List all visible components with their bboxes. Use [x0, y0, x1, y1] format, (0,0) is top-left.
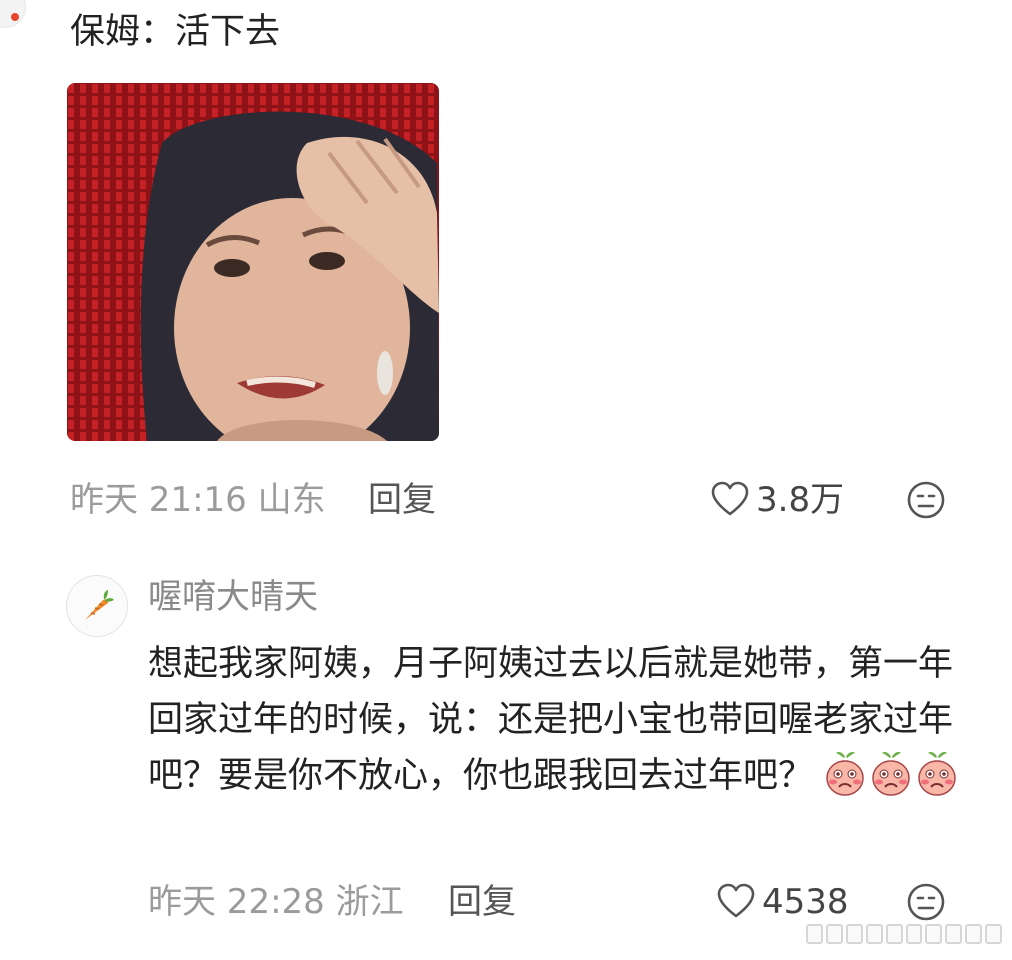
comment-meta-row: 昨天 22:28 浙江 回复 4538	[0, 878, 1012, 926]
timestamp-location: 昨天 21:16 山东	[70, 480, 326, 520]
heart-icon	[711, 481, 749, 516]
reply-button[interactable]: 回复	[368, 476, 436, 524]
carrot-icon	[85, 590, 114, 620]
like-button[interactable]: 4538	[716, 878, 849, 926]
reply-button[interactable]: 回复	[448, 878, 516, 926]
reaction-emoji-icon[interactable]	[906, 882, 946, 922]
comment-text: 想起我家阿姨，月子阿姨过去以后就是她带，第一年回家过年的时候，说：还是把小宝也带…	[148, 636, 978, 804]
comment-meta-row: 昨天 21:16 山东 回复 3.8万	[0, 476, 1012, 524]
timestamp-location: 昨天 22:28 浙江	[148, 882, 404, 922]
comment-text: 保姆：活下去	[70, 12, 281, 52]
like-count: 4538	[762, 882, 849, 922]
reaction-emoji-icon[interactable]	[906, 480, 946, 520]
like-button[interactable]: 3.8万	[710, 476, 844, 524]
badge-dot	[11, 13, 19, 21]
partial-avatar[interactable]	[0, 0, 26, 28]
heart-icon	[717, 883, 755, 918]
like-count: 3.8万	[756, 480, 845, 520]
meme-image[interactable]	[67, 83, 439, 441]
avatar[interactable]	[66, 575, 128, 637]
username[interactable]: 喔唷大晴天	[148, 573, 318, 621]
peach-shy-emoji	[918, 752, 956, 796]
peach-shy-emoji	[826, 752, 864, 796]
peach-shy-emoji	[872, 752, 910, 796]
watermark	[806, 920, 1003, 948]
